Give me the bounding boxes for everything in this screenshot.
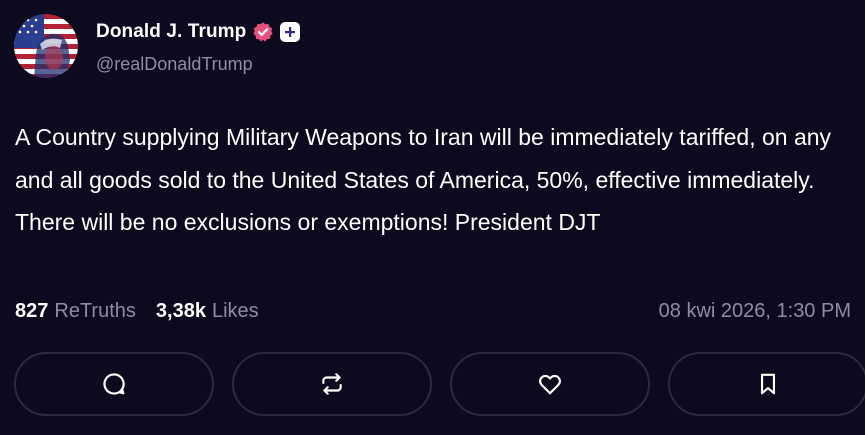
retruth-icon (322, 373, 342, 395)
author-display-name[interactable]: Donald J. Trump (96, 21, 246, 43)
verified-badge-icon (252, 21, 274, 43)
bookmark-icon (760, 373, 776, 395)
retruth-button[interactable] (232, 352, 432, 416)
like-icon (539, 374, 561, 395)
avatar-image (14, 14, 78, 78)
likes-count[interactable]: 3,38k (156, 300, 206, 323)
action-bar (14, 352, 865, 416)
like-button[interactable] (450, 352, 650, 416)
name-row: Donald J. Trump (96, 18, 301, 46)
reply-button[interactable] (14, 352, 214, 416)
retruths-count[interactable]: 827 (15, 300, 48, 323)
retruths-label[interactable]: ReTruths (54, 300, 136, 323)
post-timestamp: 08 kwi 2026, 1:30 PM (658, 299, 851, 322)
plus-icon (280, 22, 301, 42)
post-content: A Country supplying Military Weapons to … (15, 124, 832, 235)
avatar[interactable] (14, 14, 78, 78)
post-stats: 827 ReTruths 3,38k Likes 08 kwi 2026, 1:… (15, 296, 851, 326)
author-info: Donald J. Trump @realDonaldTrump (96, 18, 301, 75)
post-header: Donald J. Trump @realDonaldTrump (14, 14, 301, 78)
bookmark-button[interactable] (668, 352, 865, 416)
truth-post: Donald J. Trump @realDonaldTrump A Count… (0, 0, 865, 435)
author-handle[interactable]: @realDonaldTrump (96, 54, 300, 75)
reply-icon (103, 373, 125, 395)
likes-label[interactable]: Likes (212, 300, 259, 323)
